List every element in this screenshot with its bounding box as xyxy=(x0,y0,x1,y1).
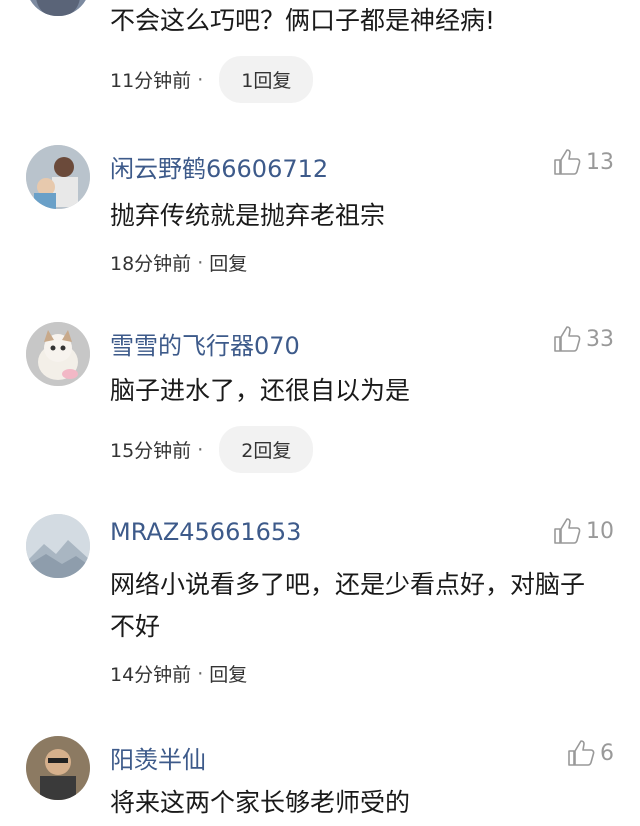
comment-meta: 18分钟前 · 回复 xyxy=(110,249,247,276)
avatar[interactable] xyxy=(26,145,90,209)
avatar[interactable] xyxy=(26,736,90,800)
avatar[interactable] xyxy=(26,322,90,386)
thumbs-up-icon xyxy=(554,326,581,352)
avatar-image xyxy=(26,322,90,386)
thumbs-up-icon xyxy=(554,149,581,175)
comment-meta: 14分钟前 · 回复 xyxy=(110,660,247,687)
username-link[interactable]: MRAZ45661653 xyxy=(110,518,301,546)
comment-meta: 11分钟前 · 1回复 xyxy=(110,56,314,103)
reply-button[interactable]: 回复 xyxy=(209,660,247,687)
comment-time: 15分钟前 xyxy=(110,440,192,462)
comment-text: 不会这么巧吧？俩口子都是神经病! xyxy=(110,6,496,35)
separator-dot: · xyxy=(197,438,204,461)
comment-time: 18分钟前 xyxy=(110,253,192,275)
like-button[interactable]: 6 xyxy=(566,738,614,768)
username-link[interactable]: 闲云野鹤66606712 xyxy=(110,149,328,184)
thumbs-up-icon xyxy=(568,740,595,766)
avatar[interactable] xyxy=(26,0,90,16)
like-button[interactable]: 13 xyxy=(552,147,614,177)
separator-dot: · xyxy=(197,68,204,91)
like-count: 33 xyxy=(586,326,614,352)
comment-text: 脑子进水了，还很自以为是 xyxy=(110,376,411,405)
username-link[interactable]: 阳羡半仙 xyxy=(110,740,206,775)
username-link[interactable]: 雪雪的飞行器070 xyxy=(110,326,300,361)
avatar-image xyxy=(26,736,90,800)
default-avatar-icon xyxy=(26,514,90,578)
comment-time: 11分钟前 xyxy=(110,70,192,92)
avatar-image xyxy=(26,145,90,209)
like-button[interactable]: 33 xyxy=(552,324,614,354)
reply-count-button[interactable]: 2回复 xyxy=(219,426,314,473)
like-button[interactable]: 10 xyxy=(552,516,614,546)
avatar[interactable] xyxy=(26,514,90,578)
separator-dot: · xyxy=(197,662,204,685)
avatar-image xyxy=(26,0,90,16)
comment-text: 将来这两个家长够老师受的 xyxy=(110,788,411,817)
reply-button[interactable]: 回复 xyxy=(209,249,247,276)
comment-meta: 15分钟前 · 2回复 xyxy=(110,426,314,473)
like-count: 6 xyxy=(600,740,614,766)
comment-time: 14分钟前 xyxy=(110,664,192,686)
thumbs-up-icon xyxy=(554,518,581,544)
comment-text: 网络小说看多了吧，还是少看点好，对脑子不好 xyxy=(110,570,586,641)
comment-text: 抛弃传统就是抛弃老祖宗 xyxy=(110,201,386,230)
reply-count-button[interactable]: 1回复 xyxy=(219,56,314,103)
like-count: 13 xyxy=(586,149,614,175)
separator-dot: · xyxy=(197,251,204,274)
like-count: 10 xyxy=(586,518,614,544)
